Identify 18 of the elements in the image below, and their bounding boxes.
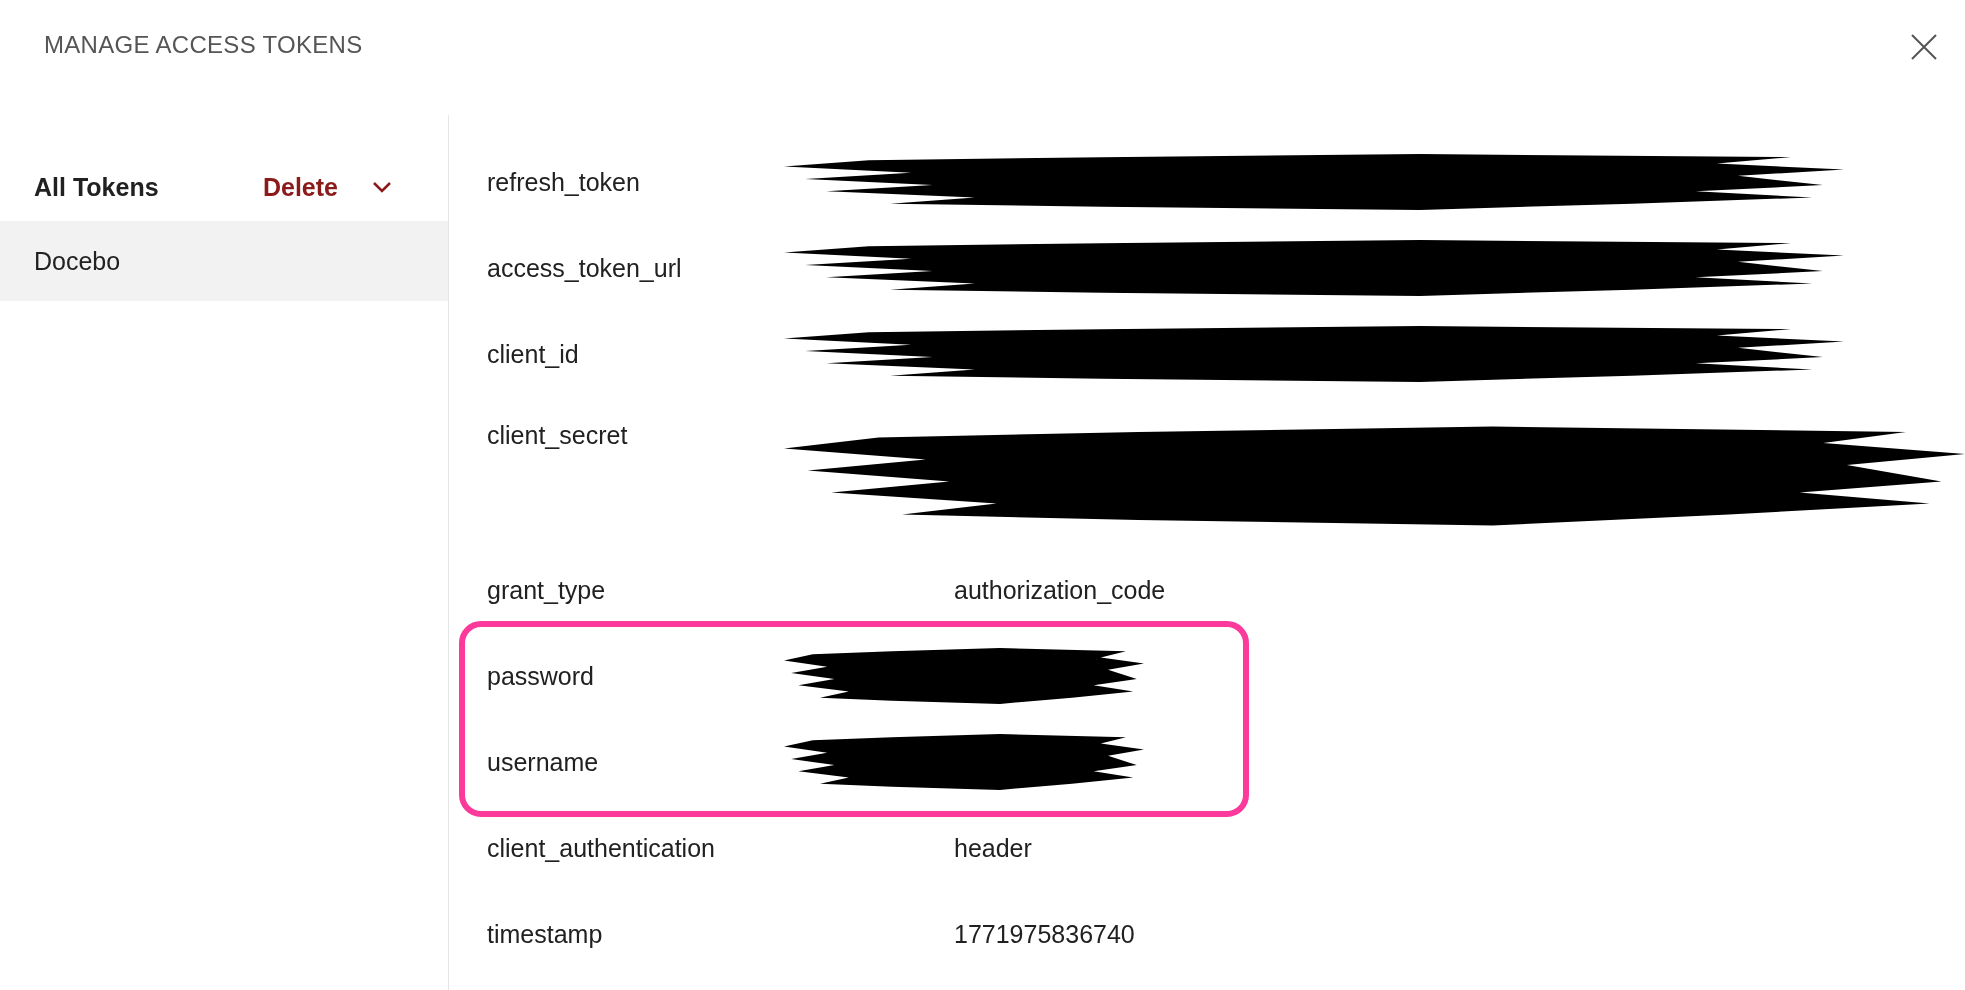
sidebar-title: All Tokens (34, 172, 160, 202)
delete-dropdown[interactable]: Delete (262, 172, 392, 202)
field-label: client_authentication (487, 833, 716, 863)
field-value: 1771975836740 (954, 919, 1135, 949)
field-label: password (487, 661, 595, 691)
field-label: client_id (487, 339, 580, 369)
chevron-down-icon (372, 181, 392, 193)
field-label: username (487, 747, 600, 777)
field-label: timestamp (487, 919, 604, 949)
field-label: client_secret (487, 421, 629, 450)
dialog-title: MANAGE ACCESS TOKENS (44, 31, 363, 59)
field-value: header (954, 833, 1032, 863)
field-label: refresh_token (487, 167, 641, 197)
token-item[interactable]: Docebo (0, 221, 448, 301)
field-label: grant_type (487, 575, 607, 605)
field-value: authorization_code (954, 575, 1166, 605)
field-label: access_token_url (487, 253, 683, 283)
close-icon (1909, 32, 1939, 62)
